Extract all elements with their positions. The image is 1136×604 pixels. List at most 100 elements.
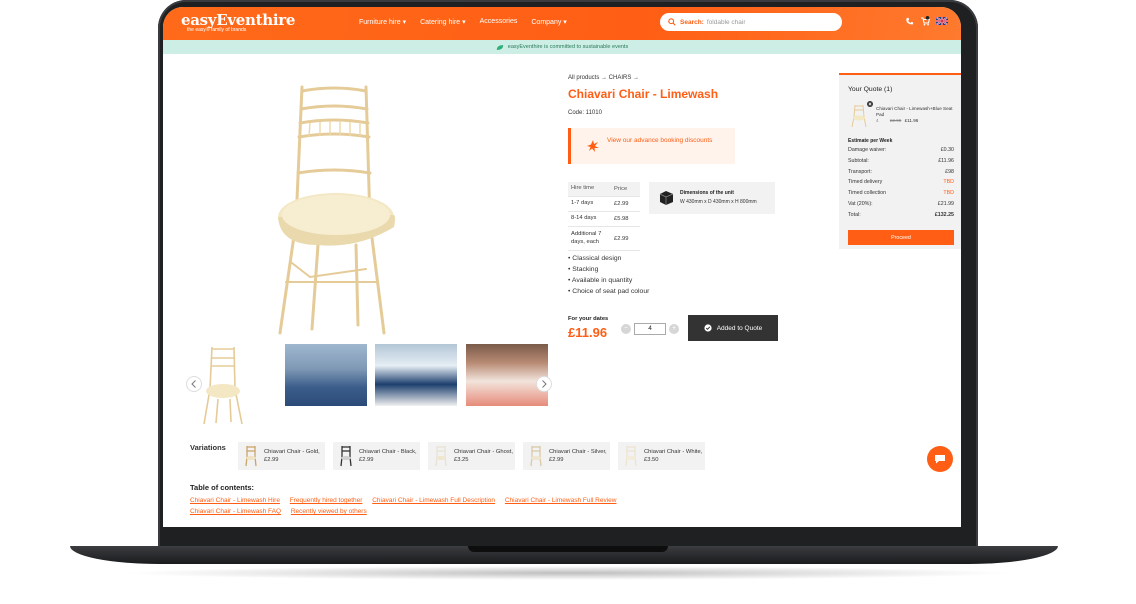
variation-label: Chiavari Chair - White, £3.50 (644, 449, 703, 464)
nav-furniture-hire[interactable]: Furniture hire ▾ (359, 18, 406, 26)
header-hire-time: Hire time (571, 185, 595, 192)
quote-line-label: Timed delivery (848, 179, 883, 186)
device-mockup: easyEventhire the easy® family of brands… (0, 0, 1136, 604)
variation-card[interactable]: Chiavari Chair - Ghost, £3.25 (428, 442, 515, 470)
quantity-input[interactable]: 4 (634, 323, 666, 335)
nav-catering-hire[interactable]: Catering hire ▾ (420, 18, 466, 26)
variation-label: Chiavari Chair - Black, £2.99 (359, 449, 417, 464)
feature-list: Classical design Stacking Available in q… (568, 253, 649, 297)
variations-label: Variations (190, 443, 226, 452)
product-thumbnails (186, 344, 558, 426)
quote-line-value: £11.96 (938, 157, 954, 164)
quote-total-value: £132.25 (934, 211, 954, 218)
cart-icon[interactable] (920, 16, 930, 26)
breadcrumb[interactable]: All products → CHAIRS → (568, 75, 639, 81)
logo-tagline: the easy® family of brands (187, 27, 247, 33)
feature-item: Stacking (568, 264, 649, 275)
quote-line-label: Total: (848, 211, 861, 218)
toc-link[interactable]: Chiavari Chair - Limewash FAQ (190, 508, 281, 515)
nav-company[interactable]: Company ▾ (531, 18, 566, 26)
variation-thumbnail (625, 446, 637, 467)
sustainability-banner: easyEventhire is committed to sustainabl… (163, 40, 961, 54)
toc-link[interactable]: Chiavari Chair - Limewash Full Review (505, 497, 617, 504)
variation-card[interactable]: Chiavari Chair - Gold, £2.99 (238, 442, 325, 470)
thumbnail-event-2[interactable] (375, 344, 457, 406)
toc-title: Table of contents: (190, 483, 255, 492)
toc-link[interactable]: Chiavari Chair - Limewash Full Descripti… (372, 497, 495, 504)
increase-quantity-button[interactable]: + (669, 324, 679, 334)
proceed-button[interactable]: Proceed (848, 230, 954, 245)
search-label: Search: (680, 18, 704, 26)
quote-line-label: Subtotal: (848, 157, 869, 164)
quote-line-value: TBD (943, 190, 954, 197)
quote-line-label: Damage waiver: (848, 147, 887, 153)
toc-link[interactable]: Recently viewed by others (291, 508, 367, 515)
discount-tag-icon (587, 140, 599, 152)
search-placeholder: foldable chair (706, 18, 746, 26)
quote-line: Vat (20%): £21.99 (848, 201, 954, 212)
search-input[interactable]: Search: foldable chair (660, 13, 842, 31)
price-row-value: £2.99 (614, 235, 629, 242)
dates-label: For your dates (568, 316, 609, 322)
uk-flag-icon[interactable] (936, 17, 948, 25)
sustainability-text: easyEventhire is committed to sustainabl… (507, 44, 629, 50)
product-main-image[interactable] (258, 77, 408, 337)
toc-links: Chiavari Chair - Limewash Hire Frequentl… (190, 495, 730, 517)
variation-thumbnail (530, 446, 542, 467)
added-to-quote-button[interactable]: Added to Quote (688, 315, 778, 341)
price-row-value: £2.99 (614, 201, 629, 207)
quote-line: Damage waiver: £0.30 (848, 147, 954, 158)
chat-button[interactable] (927, 446, 953, 472)
advance-booking-promo[interactable]: View our advance booking discounts (568, 128, 735, 164)
carousel-prev-button[interactable] (186, 376, 202, 392)
promo-link[interactable]: View our advance booking discounts (607, 136, 717, 146)
feature-item: Classical design (568, 253, 649, 264)
quote-line: Transport: £98 (848, 169, 954, 180)
product-title: Chiavari Chair - Limewash (568, 87, 719, 101)
quote-total-line: Total: £132.25 (848, 212, 954, 223)
variation-card[interactable]: Chiavari Chair - Silver, £2.99 (523, 442, 610, 470)
price-row: 1-7 days £2.99 (568, 197, 640, 212)
quote-item-quantity[interactable]: 4 (876, 118, 879, 123)
search-icon (668, 18, 676, 26)
carousel-next-button[interactable] (536, 376, 552, 392)
nav-accessories[interactable]: Accessories (480, 18, 518, 26)
remove-item-icon[interactable] (867, 101, 873, 107)
variation-thumbnail (435, 446, 447, 467)
quote-line: Timed collection TBD (848, 190, 954, 201)
added-to-quote-label: Added to Quote (716, 324, 763, 332)
dimensions-value: W 430mm x D 430mm x H 800mm (680, 199, 757, 205)
toc-link[interactable]: Chiavari Chair - Limewash Hire (190, 497, 280, 504)
quote-line-label: Vat (20%): (848, 200, 873, 207)
variation-thumbnail (340, 446, 352, 467)
price-row-label: Additional 7 days, each (571, 230, 602, 245)
variation-card[interactable]: Chiavari Chair - White, £3.50 (618, 442, 705, 470)
dimensions-title: Dimensions of the unit (680, 190, 734, 196)
price-row-label: 8-14 days (571, 215, 597, 222)
decrease-quantity-button[interactable]: − (621, 324, 631, 334)
phone-icon[interactable] (905, 17, 914, 26)
variation-label: Chiavari Chair - Ghost, £3.25 (454, 449, 513, 464)
quote-line-value: £98 (945, 168, 954, 175)
thumbnail-event-1[interactable] (285, 344, 367, 406)
price-row: Additional 7 days, each £2.99 (568, 227, 640, 251)
cube-icon (659, 191, 674, 205)
variation-card[interactable]: Chiavari Chair - Black, £2.99 (333, 442, 420, 470)
thumbnail-event-3[interactable] (466, 344, 548, 406)
dimensions-box: Dimensions of the unit W 430mm x D 430mm… (649, 182, 775, 214)
quote-line-label: Timed collection (848, 190, 887, 197)
quote-line: Timed delivery TBD (848, 179, 954, 190)
price-row: 8-14 days £5.98 (568, 212, 640, 227)
quantity-stepper: − 4 + (621, 322, 681, 336)
quote-item-unit-price: £2.99 (889, 118, 902, 123)
toc-link[interactable]: Frequently hired together (290, 497, 363, 504)
quote-line-value: £0.30 (940, 147, 954, 153)
total-price: £11.96 (568, 325, 608, 340)
quote-item-name: Chiavari Chair - Limewash+Blue Seat Pad (876, 106, 953, 118)
feature-item: Available in quantity (568, 275, 649, 286)
quote-title: Your Quote (1) (848, 86, 893, 93)
price-row-value: £5.98 (614, 216, 629, 222)
price-table-header: Hire time Price (568, 182, 640, 197)
header-icons (905, 16, 948, 26)
quote-line: Subtotal: £11.96 (848, 158, 954, 169)
